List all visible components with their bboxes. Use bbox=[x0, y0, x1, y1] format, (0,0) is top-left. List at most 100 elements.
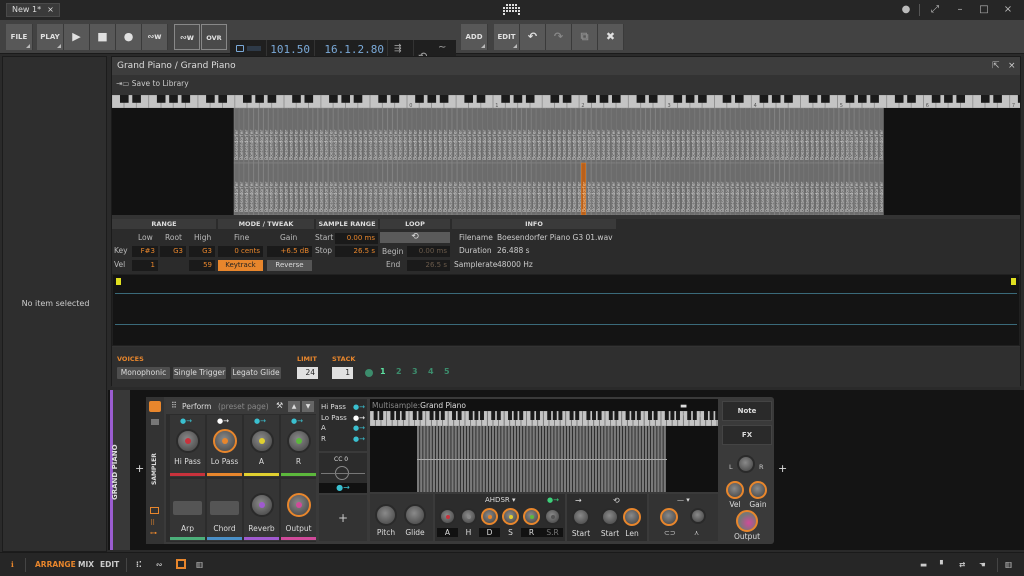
loop-mode-button[interactable]: ⟲ bbox=[380, 232, 450, 243]
black-key[interactable] bbox=[396, 411, 400, 420]
loop-icon[interactable]: ⟲ bbox=[613, 496, 620, 505]
mod-target[interactable]: A ●→ bbox=[321, 424, 365, 432]
black-key[interactable] bbox=[599, 95, 609, 103]
info-icon[interactable]: ℹ bbox=[11, 560, 14, 569]
filter-cutoff-knob[interactable] bbox=[660, 508, 678, 526]
black-key[interactable] bbox=[464, 95, 474, 103]
show-sampler-icon[interactable] bbox=[150, 507, 159, 514]
remote-knob[interactable] bbox=[250, 429, 274, 453]
play-button[interactable]: ▶ bbox=[64, 24, 90, 50]
black-key[interactable] bbox=[169, 95, 178, 103]
mod-target[interactable]: R ●→ bbox=[321, 435, 365, 443]
edit-menu-button[interactable]: EDIT bbox=[494, 24, 520, 50]
loop-length-knob[interactable] bbox=[623, 508, 641, 526]
remote-knob[interactable] bbox=[250, 493, 274, 517]
gain-field[interactable]: +6.5 dB bbox=[267, 246, 312, 257]
remote-page-header[interactable]: ⠿ Perform (preset page) ⚒ ▲ ▼ bbox=[166, 399, 316, 414]
mod-route-icon[interactable]: ●→ bbox=[353, 435, 365, 443]
black-key[interactable] bbox=[513, 95, 523, 103]
mod-route-icon[interactable]: ●→ bbox=[291, 417, 303, 425]
cc-mod-route-icon[interactable]: ●→ bbox=[319, 483, 367, 493]
minimize-icon[interactable]: – bbox=[953, 3, 967, 17]
black-key[interactable] bbox=[547, 411, 552, 420]
mod-route-icon[interactable]: ●→ bbox=[353, 424, 365, 432]
black-key[interactable] bbox=[206, 95, 215, 103]
key-low-field[interactable]: F#3 bbox=[132, 246, 158, 257]
black-key[interactable] bbox=[480, 411, 484, 420]
overdub-button[interactable]: OVR bbox=[201, 24, 227, 50]
black-key[interactable] bbox=[558, 411, 563, 420]
stack-option[interactable]: 5 bbox=[444, 367, 450, 376]
remote-controls-icon[interactable]: ⠿ bbox=[150, 519, 155, 527]
save-to-library-button[interactable]: ⇥▭ Save to Library bbox=[116, 79, 189, 88]
black-key[interactable] bbox=[664, 411, 669, 420]
metronome-tap-icon[interactable]: ⇶ bbox=[394, 44, 402, 54]
monophonic-button[interactable]: Monophonic bbox=[117, 367, 170, 379]
loop-indicator-icon[interactable] bbox=[236, 45, 244, 52]
panic-button[interactable]: ✖ bbox=[598, 24, 624, 50]
black-key[interactable] bbox=[415, 95, 424, 103]
envelope-knob[interactable] bbox=[460, 508, 477, 525]
wrench-icon[interactable]: ⚒ bbox=[276, 401, 283, 410]
black-key[interactable] bbox=[784, 95, 793, 103]
filter-tilt-icon[interactable]: ⋏ bbox=[694, 529, 699, 537]
black-key[interactable] bbox=[508, 411, 512, 420]
arrange-tab[interactable]: ARRANGE bbox=[35, 560, 76, 569]
page-down-button[interactable]: ▼ bbox=[302, 401, 314, 412]
black-key[interactable] bbox=[452, 411, 456, 420]
reverse-toggle[interactable]: Reverse bbox=[267, 260, 312, 271]
remote-knob[interactable] bbox=[176, 429, 200, 453]
envelope-type-dropdown[interactable]: AHDSR ▾ bbox=[485, 496, 516, 504]
black-key[interactable] bbox=[673, 95, 683, 103]
remote-knob[interactable] bbox=[287, 493, 311, 517]
black-key[interactable] bbox=[734, 95, 744, 103]
close-tab-icon[interactable]: × bbox=[47, 4, 54, 16]
mixer-panel-icon[interactable]: ▥ bbox=[196, 560, 203, 569]
status-dot-icon[interactable]: ● bbox=[899, 3, 913, 17]
black-key[interactable] bbox=[692, 411, 697, 420]
black-key[interactable] bbox=[181, 95, 191, 103]
vel-high-field[interactable]: 59 bbox=[189, 260, 215, 271]
cc-modulator[interactable]: CC 0 ●→ bbox=[319, 453, 367, 493]
black-key[interactable] bbox=[821, 95, 830, 103]
single-trigger-button[interactable]: Single Trigger bbox=[173, 367, 226, 379]
pan-knob[interactable] bbox=[737, 455, 755, 473]
black-key[interactable] bbox=[132, 95, 141, 103]
black-key[interactable] bbox=[625, 411, 630, 420]
black-key[interactable] bbox=[390, 411, 395, 420]
black-key[interactable] bbox=[457, 411, 462, 420]
black-key[interactable] bbox=[687, 411, 692, 420]
black-key[interactable] bbox=[255, 95, 264, 103]
undo-button[interactable]: ↶ bbox=[520, 24, 546, 50]
mix-tab[interactable]: MIX bbox=[78, 560, 94, 569]
sample-start-knob[interactable] bbox=[572, 508, 590, 526]
black-key[interactable] bbox=[267, 95, 277, 103]
black-key[interactable] bbox=[525, 95, 535, 103]
position-bars-display[interactable]: 16.1.2.80 bbox=[316, 43, 384, 56]
key-high-field[interactable]: G3 bbox=[189, 246, 215, 257]
black-key[interactable] bbox=[857, 95, 867, 103]
black-key[interactable] bbox=[636, 95, 646, 103]
black-key[interactable] bbox=[304, 95, 314, 103]
multisample-view[interactable]: Multisample:Grand Piano ▬ Replace bbox=[370, 399, 718, 492]
mod-route-icon[interactable]: ●→ bbox=[217, 417, 229, 425]
envelope-knob[interactable] bbox=[523, 508, 540, 525]
black-key[interactable] bbox=[611, 95, 621, 103]
black-key[interactable] bbox=[550, 95, 560, 103]
file-menu-button[interactable]: FILE bbox=[6, 24, 33, 50]
mod-target[interactable]: Lo Pass ●→ bbox=[321, 414, 365, 422]
black-key[interactable] bbox=[329, 95, 338, 103]
edit-tab[interactable]: EDIT bbox=[100, 560, 119, 569]
close-editor-icon[interactable]: × bbox=[1008, 57, 1016, 75]
black-key[interactable] bbox=[845, 95, 855, 103]
mod-route-icon[interactable]: ●→ bbox=[180, 417, 192, 425]
fine-field[interactable]: 0 cents bbox=[218, 246, 263, 257]
inspector-panel-icon[interactable]: ⇄ bbox=[959, 560, 965, 569]
black-key[interactable] bbox=[530, 411, 535, 420]
envelope-knob[interactable] bbox=[544, 508, 561, 525]
fx-button[interactable]: FX bbox=[722, 425, 772, 445]
add-menu-button[interactable]: ADD bbox=[461, 24, 488, 50]
black-key[interactable] bbox=[722, 95, 732, 103]
maximize-icon[interactable]: □ bbox=[977, 3, 991, 17]
gain-knob[interactable] bbox=[749, 481, 767, 499]
